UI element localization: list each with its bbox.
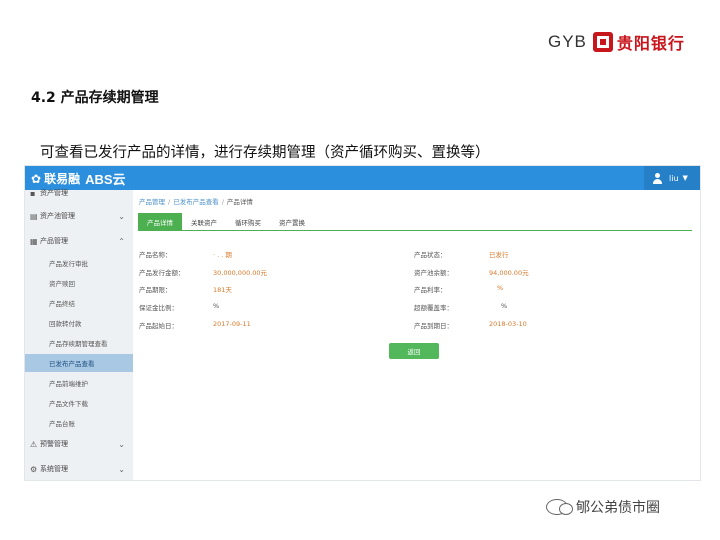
sidebar: ▪ 资产管理 ▤ 资产池管理 ⌄ ▦ 产品管理 ⌃ 产品发行审批 资产赎回 产品…: [25, 189, 133, 480]
app-screenshot: ✿ 联易融 ABS云 liu ▼ ▪ 资产管理 ▤ 资产池管理 ⌄ ▦ 产品管理…: [24, 165, 701, 481]
user-icon: [652, 172, 663, 184]
field-value-status: 已发行: [489, 251, 509, 259]
chevron-down-icon: ⌄: [118, 439, 125, 449]
field-label-product-name: 产品名称：: [139, 251, 172, 259]
logo-latin-text: GYB: [548, 32, 587, 51]
caret-down-icon: ▼: [682, 174, 688, 182]
grid-icon: ▦: [30, 236, 38, 246]
sidebar-item-payment-transfer[interactable]: 回款转付款: [25, 314, 133, 332]
field-label-pool-balance: 资产池余额：: [414, 269, 453, 277]
breadcrumb-link[interactable]: 产品管理: [139, 198, 165, 206]
warning-icon: ⚠: [30, 439, 38, 449]
breadcrumb: 产品管理 / 已发布产品查看 / 产品详情: [139, 196, 253, 206]
watermark-text: 郇公弟债市圈: [576, 500, 660, 516]
sidebar-group-label: 预警管理: [40, 440, 68, 448]
field-value-margin-ratio: %: [213, 302, 220, 310]
user-menu[interactable]: liu ▼: [644, 166, 700, 190]
field-value-term: 181天: [213, 286, 232, 294]
grid-icon: ▪: [30, 188, 36, 198]
chevron-up-icon: ⌃: [118, 236, 125, 246]
chevron-down-icon: ⌄: [118, 464, 125, 474]
chevron-down-icon: ⌄: [118, 211, 125, 221]
field-value-maturity-date: 2018-03-10: [489, 320, 527, 328]
wechat-icon: [546, 499, 573, 515]
sidebar-group-asset-pool[interactable]: ▤ 资产池管理 ⌄: [25, 206, 133, 226]
sidebar-group-system[interactable]: ⚙ 系统管理 ⌄: [25, 459, 133, 479]
field-value-issue-amount: 30,000,000.00元: [213, 269, 268, 277]
slide-subtitle: 可查看已发行产品的详情，进行存续期管理（资产循环购买、置换等）: [40, 145, 490, 161]
sidebar-group-label: 产品管理: [40, 237, 68, 245]
field-label-term: 产品期限：: [139, 286, 172, 294]
field-label-maturity-date: 产品到期日：: [414, 322, 453, 330]
sidebar-group-label: 资产池管理: [40, 212, 75, 220]
sidebar-group-product[interactable]: ▦ 产品管理 ⌃: [25, 231, 133, 251]
sidebar-item-ledger[interactable]: 产品台账: [25, 414, 133, 432]
back-button[interactable]: 返回: [389, 343, 439, 359]
grid-icon: ▤: [30, 211, 38, 221]
breadcrumb-separator: /: [221, 198, 224, 206]
breadcrumb-current: 产品详情: [226, 198, 253, 206]
logo-chinese-text: 贵阳银行: [616, 34, 685, 53]
section-title: 4.2 产品存续期管理: [31, 90, 159, 106]
field-label-excess-coverage: 超额覆盖率：: [414, 304, 453, 312]
tab-asset-replacement[interactable]: 资产置换: [270, 213, 314, 230]
field-value-start-date: 2017-09-11: [213, 320, 251, 328]
field-label-start-date: 产品起始日：: [139, 322, 178, 330]
sidebar-item-redemption[interactable]: 资产赎回: [25, 274, 133, 292]
breadcrumb-link[interactable]: 已发布产品查看: [173, 198, 219, 206]
tab-bar: 产品详情 关联资产 循环购买 资产置换: [138, 213, 692, 231]
bank-logo: GYB 贵阳银行: [548, 30, 685, 54]
sidebar-group-assets[interactable]: ▪ 资产管理: [25, 183, 133, 203]
sidebar-item-duration-view[interactable]: 产品存续期管理查看: [25, 334, 133, 352]
bank-logo-icon: [592, 32, 613, 52]
sidebar-group-warning[interactable]: ⚠ 预警管理 ⌄: [25, 434, 133, 454]
sidebar-item-published-products[interactable]: 已发布产品查看: [25, 354, 133, 372]
user-name: liu: [669, 173, 679, 183]
field-label-status: 产品状态：: [414, 251, 447, 259]
sidebar-item-termination[interactable]: 产品终结: [25, 294, 133, 312]
sidebar-item-file-download[interactable]: 产品文件下载: [25, 394, 133, 412]
field-value-product-name: · . . 期: [213, 251, 232, 259]
tab-revolving-purchase[interactable]: 循环购买: [226, 213, 270, 230]
sidebar-item-issue-approval[interactable]: 产品发行审批: [25, 254, 133, 272]
field-value-interest-rate: %: [497, 284, 504, 292]
tab-product-detail[interactable]: 产品详情: [138, 213, 182, 230]
watermark: 郇公弟债市圈: [546, 497, 660, 517]
field-label-margin-ratio: 保证金比例：: [139, 304, 178, 312]
field-value-pool-balance: 94,000.00元: [489, 269, 529, 277]
breadcrumb-separator: /: [168, 198, 171, 206]
sidebar-group-label: 资产管理: [40, 189, 68, 197]
field-value-excess-coverage: %: [501, 302, 508, 310]
field-label-issue-amount: 产品发行金额：: [139, 269, 185, 277]
gear-icon: ⚙: [30, 464, 38, 474]
sidebar-item-frontend-maint[interactable]: 产品前端维护: [25, 374, 133, 392]
tab-related-assets[interactable]: 关联资产: [182, 213, 226, 230]
field-label-interest-rate: 产品利率：: [414, 286, 447, 294]
sidebar-group-label: 系统管理: [40, 465, 68, 473]
